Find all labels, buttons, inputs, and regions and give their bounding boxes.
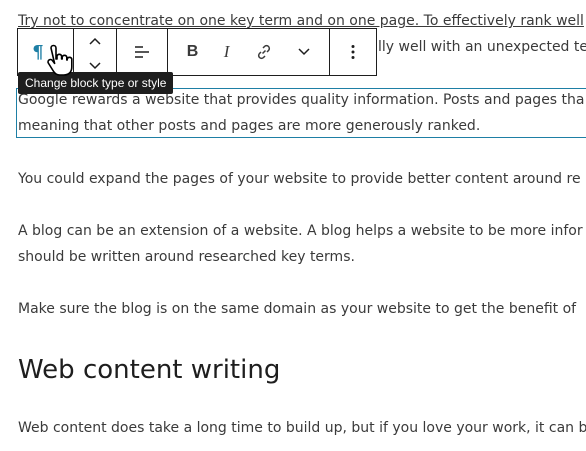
paragraph-5[interactable]: Make sure the blog is on the same domain… [18, 296, 576, 322]
bold-icon: B [186, 43, 199, 60]
link-button[interactable] [255, 29, 273, 75]
selected-paragraph-line-2[interactable]: meaning that other posts and pages are m… [18, 113, 480, 139]
italic-button[interactable]: I [224, 29, 230, 75]
link-icon [255, 43, 273, 61]
align-group [117, 29, 168, 75]
chevron-down-icon [298, 48, 310, 56]
chevron-up-icon[interactable] [89, 30, 101, 49]
mover-group [74, 29, 117, 75]
align-button[interactable] [133, 29, 151, 75]
more-vertical-icon [351, 44, 355, 60]
options-group [330, 29, 376, 75]
paragraph-4-line-2[interactable]: should be written around researched key … [18, 244, 355, 270]
paragraph-4-line-1[interactable]: A blog can be an extension of a website.… [18, 218, 583, 244]
paragraph-3[interactable]: You could expand the pages of your websi… [18, 166, 581, 192]
format-group: B I [168, 29, 330, 75]
align-left-icon [133, 44, 151, 60]
paragraph-6[interactable]: Web content does take a long time to bui… [18, 415, 586, 441]
section-heading[interactable]: Web content writing [18, 352, 280, 388]
hand-cursor-icon [42, 44, 76, 78]
options-button[interactable] [351, 29, 355, 75]
paragraph-1-line-2[interactable]: lly well with an unexpected te [378, 34, 586, 60]
bold-button[interactable]: B [187, 29, 199, 75]
italic-icon: I [223, 42, 230, 61]
more-formatting-button[interactable] [298, 29, 310, 75]
